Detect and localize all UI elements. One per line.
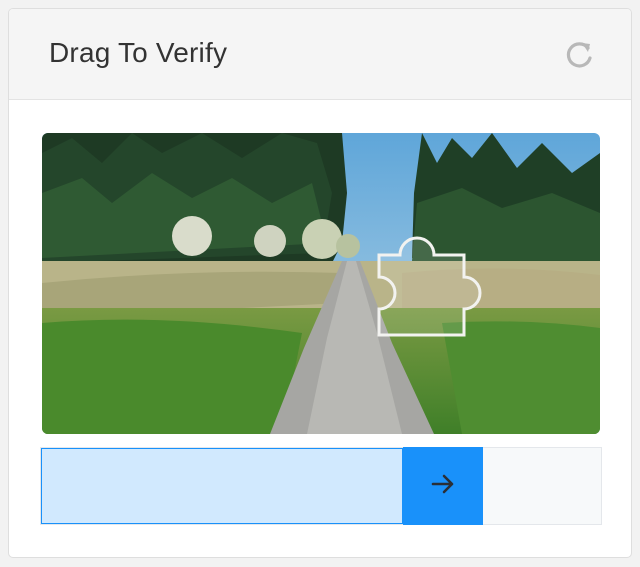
slider-progress-fill — [41, 448, 403, 524]
arrow-right-icon — [428, 469, 458, 504]
captcha-card: Drag To Verify — [8, 8, 632, 558]
captcha-slider[interactable] — [40, 447, 602, 525]
captcha-title: Drag To Verify — [49, 37, 228, 68]
captcha-header: Drag To Verify — [9, 9, 631, 100]
refresh-icon[interactable] — [561, 37, 597, 73]
captcha-image — [42, 133, 600, 434]
slider-handle[interactable] — [403, 447, 483, 525]
